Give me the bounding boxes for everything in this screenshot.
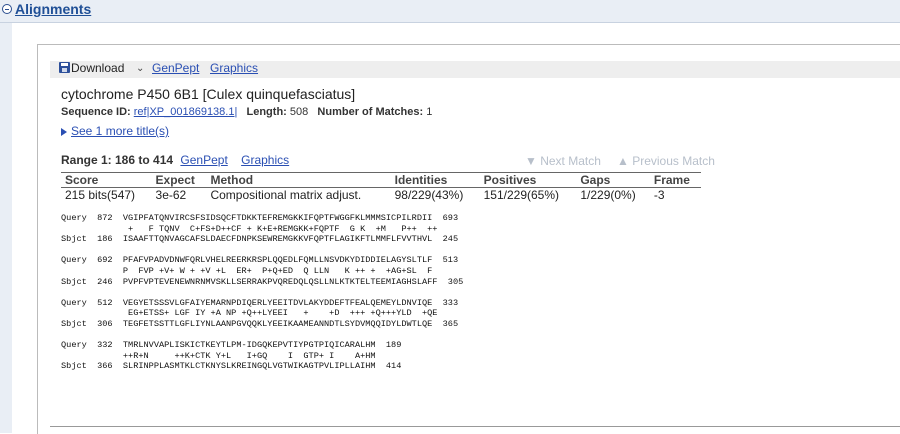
method-value: Compositional matrix adjust.: [210, 188, 362, 202]
frame-value: -3: [653, 188, 665, 202]
stats-header-row: Score Expect Method Identities Positives…: [61, 172, 701, 188]
collapse-toggle-icon[interactable]: [2, 4, 12, 14]
genpept-link[interactable]: GenPept: [152, 61, 199, 75]
see-more-link[interactable]: See 1 more title(s): [71, 124, 169, 138]
see-more-titles[interactable]: See 1 more title(s): [61, 124, 169, 138]
gaps-value: 1/229(0%): [580, 188, 636, 202]
stats-row: 215 bits(547) 3e-62 Compositional matrix…: [61, 188, 701, 203]
matches-value: 1: [426, 106, 433, 118]
sequence-id-link[interactable]: ref|XP_001869138.1|: [134, 106, 238, 118]
expect-value: 3e-62: [155, 188, 187, 202]
range-genpept-link[interactable]: GenPept: [180, 153, 227, 167]
identities-header: Identities: [390, 172, 480, 188]
graphics-link[interactable]: Graphics: [210, 61, 258, 75]
matches-label: Number of Matches:: [317, 106, 424, 118]
expect-header: Expect: [151, 172, 207, 188]
hit-meta: Sequence ID: ref|XP_001869138.1| Length:…: [61, 106, 432, 118]
identities-value: 98/229(43%): [394, 188, 464, 202]
range-row: Range 1: 186 to 414 GenPept Graphics: [61, 153, 289, 167]
range-graphics-link[interactable]: Graphics: [241, 153, 289, 167]
previous-match-button[interactable]: ▲ Previous Match: [617, 154, 715, 168]
length-label: Length:: [246, 106, 287, 118]
length-value: 508: [289, 106, 309, 118]
range-label: Range 1: 186 to 414: [61, 153, 174, 167]
download-button[interactable]: Download: [71, 61, 124, 75]
frame-header: Frame: [649, 172, 701, 188]
left-gutter: [0, 23, 12, 433]
positives-value: 151/229(65%): [483, 188, 559, 202]
chevron-down-icon[interactable]: ⌄: [136, 63, 144, 74]
alignments-section-header: Alignments: [0, 0, 900, 23]
score-header: Score: [61, 172, 152, 188]
method-header: Method: [206, 172, 391, 188]
sequence-id-label: Sequence ID:: [61, 106, 131, 118]
alignments-section-title[interactable]: Alignments: [15, 1, 91, 17]
score-value: 215 bits(547): [65, 188, 136, 202]
positives-header: Positives: [479, 172, 577, 188]
gaps-header: Gaps: [576, 172, 650, 188]
bottom-divider: [50, 426, 900, 427]
hit-title: cytochrome P450 6B1 [Culex quinquefascia…: [61, 86, 356, 102]
expand-triangle-icon[interactable]: [61, 127, 67, 136]
sequence-alignment-text: Query 872 VGIPFATQNVIRCSFSIDSQCFTDKKTEFR…: [61, 213, 464, 372]
disk-icon[interactable]: [59, 62, 70, 73]
alignment-stats-table: Score Expect Method Identities Positives…: [61, 172, 701, 202]
next-match-button[interactable]: ▼ Next Match: [525, 154, 601, 168]
